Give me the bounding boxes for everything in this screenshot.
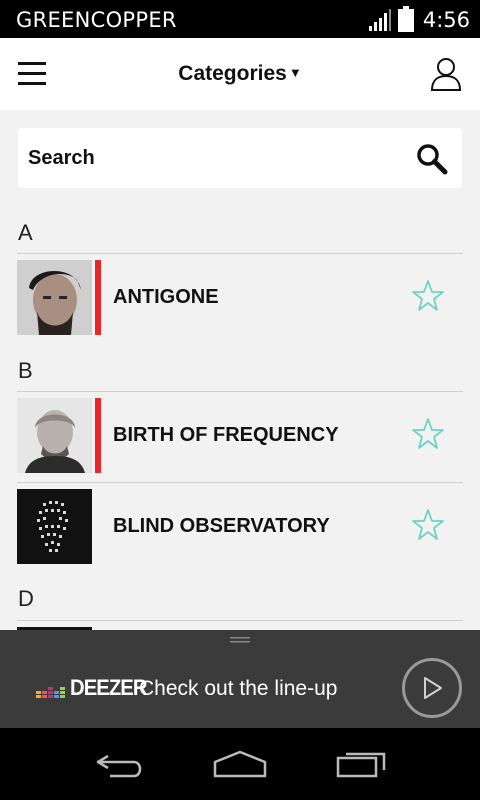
- list-item-blind-observatory[interactable]: BLIND OBSERVATORY: [17, 489, 463, 565]
- categories-dropdown[interactable]: Categories ▼: [0, 62, 480, 86]
- section-header-b: B: [18, 358, 33, 383]
- status-bar: GREENCOPPER 4:56: [0, 0, 480, 38]
- equalizer-icon: [36, 687, 65, 698]
- search-icon[interactable]: [416, 143, 448, 175]
- divider: [17, 391, 463, 392]
- clock: 4:56: [422, 8, 470, 32]
- favorite-star-icon[interactable]: [411, 417, 445, 451]
- divider: [17, 620, 463, 621]
- artist-list: A ANTIGONE B BIRTH OF FREQUENCY BLIND OB…: [0, 210, 480, 630]
- favorite-star-icon[interactable]: [411, 279, 445, 313]
- page-title: Categories: [178, 62, 287, 85]
- artist-name: BIRTH OF FREQUENCY: [113, 424, 339, 446]
- user-profile-icon[interactable]: [430, 56, 462, 92]
- carrier-name: GREENCOPPER: [16, 8, 177, 32]
- artist-name: BLIND OBSERVATORY: [113, 515, 330, 537]
- drag-handle-icon[interactable]: [230, 636, 250, 644]
- section-header-a: A: [18, 220, 33, 245]
- deezer-brand: DEEZER: [70, 675, 148, 700]
- divider: [17, 253, 463, 254]
- artist-photo: [17, 398, 92, 473]
- battery-icon: [398, 6, 414, 32]
- list-item-birth-of-frequency[interactable]: BIRTH OF FREQUENCY: [17, 398, 463, 474]
- highlight-bar: [95, 260, 101, 335]
- home-icon[interactable]: [211, 748, 269, 780]
- back-icon[interactable]: [94, 748, 146, 780]
- list-item-antigone[interactable]: ANTIGONE: [17, 260, 463, 336]
- artist-photo: [17, 260, 92, 335]
- divider: [17, 482, 463, 483]
- recent-apps-icon[interactable]: [334, 748, 388, 780]
- play-button[interactable]: [402, 658, 462, 718]
- app-bar: Categories ▼: [0, 38, 480, 110]
- artist-name: ANTIGONE: [113, 286, 219, 308]
- play-icon: [424, 677, 442, 699]
- system-nav-bar: [0, 728, 480, 800]
- caret-down-icon: ▼: [288, 65, 302, 80]
- artist-photo: [17, 489, 92, 564]
- signal-icon: [369, 9, 391, 31]
- search-bar[interactable]: Search: [18, 128, 462, 188]
- highlight-bar: [95, 398, 101, 473]
- deezer-player-bar[interactable]: DEEZER Check out the line-up: [0, 630, 480, 728]
- promo-text: Check out the line-up: [139, 677, 338, 700]
- section-header-d: D: [18, 586, 34, 611]
- favorite-star-icon[interactable]: [411, 508, 445, 542]
- search-label: Search: [28, 147, 95, 169]
